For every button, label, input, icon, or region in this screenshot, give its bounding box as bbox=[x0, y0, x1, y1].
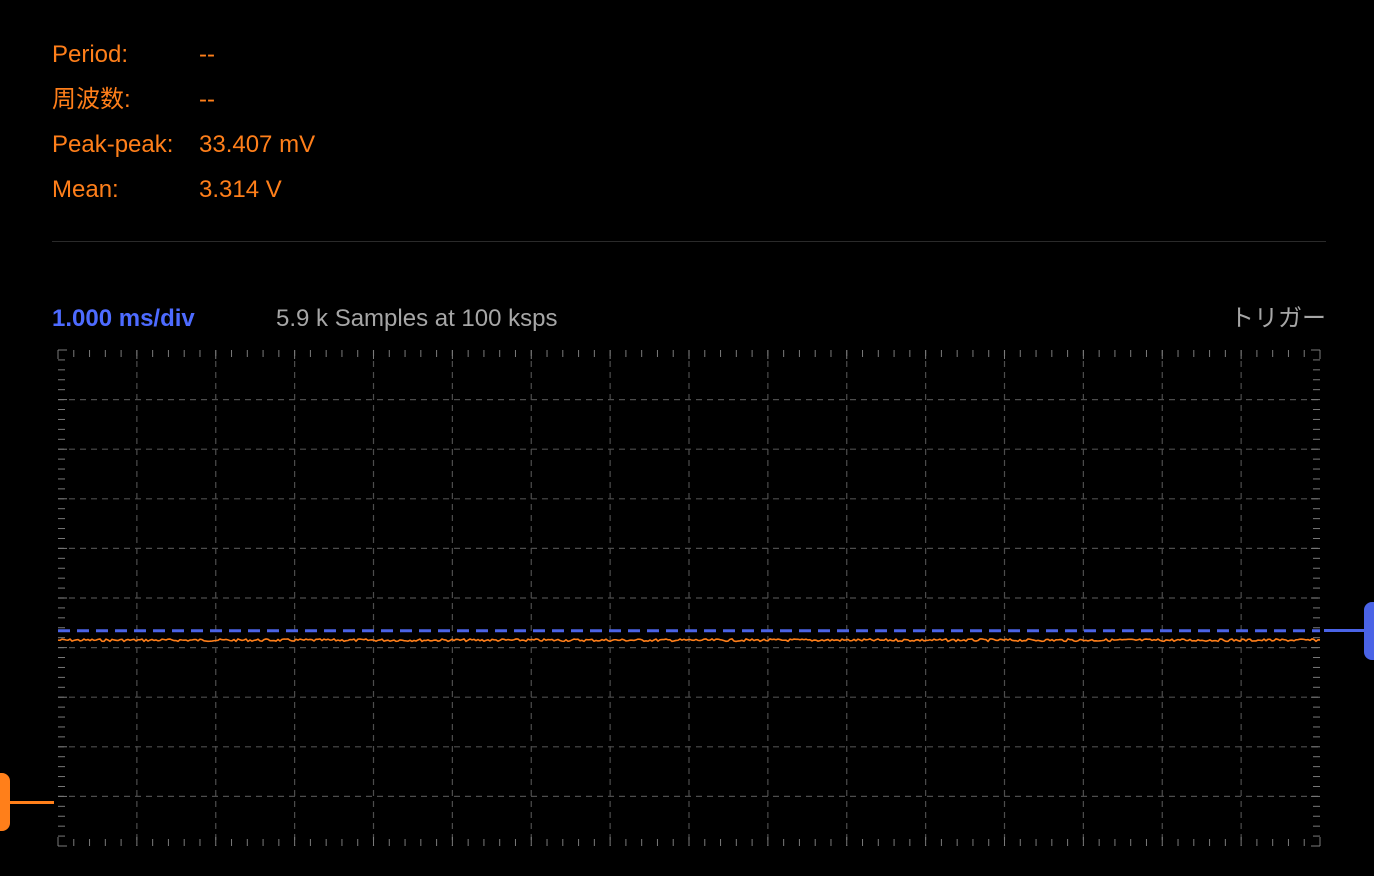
samples-info: 5.9 k Samples at 100 ksps bbox=[276, 305, 558, 332]
peak-peak-value: 33.407 mV bbox=[199, 131, 316, 158]
peak-peak-label: Peak-peak: bbox=[52, 131, 174, 158]
mean-value: 3.314 V bbox=[199, 176, 282, 203]
section-divider bbox=[52, 241, 1326, 242]
trigger-button[interactable]: トリガー bbox=[1230, 300, 1326, 338]
scope-plot-area[interactable] bbox=[54, 346, 1324, 850]
channel-ground-handle[interactable] bbox=[0, 773, 10, 832]
trigger-level-handle[interactable] bbox=[1364, 601, 1374, 660]
frequency-value: -- bbox=[199, 86, 215, 113]
frequency-label: 周波数: bbox=[52, 86, 131, 113]
channel-ground-line bbox=[6, 800, 54, 804]
timebase-button[interactable]: 1.000 ms/div bbox=[52, 300, 195, 338]
scope-graticule bbox=[57, 349, 1321, 847]
period-value: -- bbox=[199, 41, 215, 68]
trigger-level-line bbox=[1324, 629, 1368, 633]
mean-label: Mean: bbox=[52, 176, 119, 203]
scope-header: 1.000 ms/div 5.9 k Samples at 100 ksps ト… bbox=[52, 300, 1326, 338]
period-label: Period: bbox=[52, 41, 129, 68]
